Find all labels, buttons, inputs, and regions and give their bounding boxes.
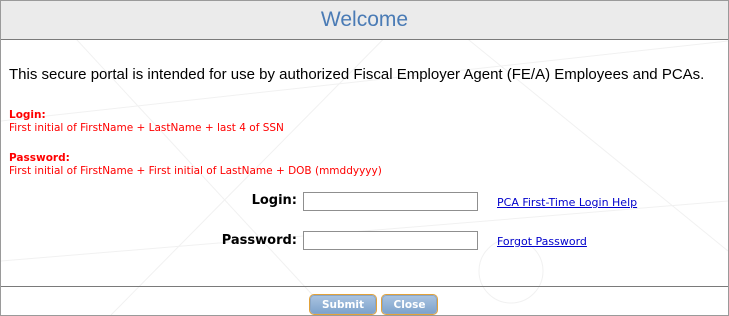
login-hint-title: Login: [9, 109, 46, 121]
login-input[interactable] [303, 192, 478, 211]
close-button[interactable]: Close [382, 295, 437, 314]
password-hint-title: Password: [9, 152, 70, 164]
login-panel: Welcome This secure portal is intended f… [0, 0, 729, 316]
password-hint: Password: First initial of FirstName + F… [9, 152, 382, 178]
pca-login-help-link[interactable]: PCA First-Time Login Help [497, 196, 637, 209]
password-input[interactable] [303, 231, 478, 250]
login-hint: Login: First initial of FirstName + Last… [9, 109, 284, 135]
footer-divider [1, 286, 728, 287]
forgot-password-link[interactable]: Forgot Password [497, 235, 587, 248]
page-title: Welcome [1, 1, 728, 40]
password-hint-text: First initial of FirstName + First initi… [9, 165, 382, 177]
intro-text: This secure portal is intended for use b… [9, 66, 705, 83]
submit-button[interactable]: Submit [310, 295, 376, 314]
login-label: Login: [251, 193, 297, 208]
login-hint-text: First initial of FirstName + LastName + … [9, 122, 284, 134]
password-label: Password: [221, 233, 297, 248]
